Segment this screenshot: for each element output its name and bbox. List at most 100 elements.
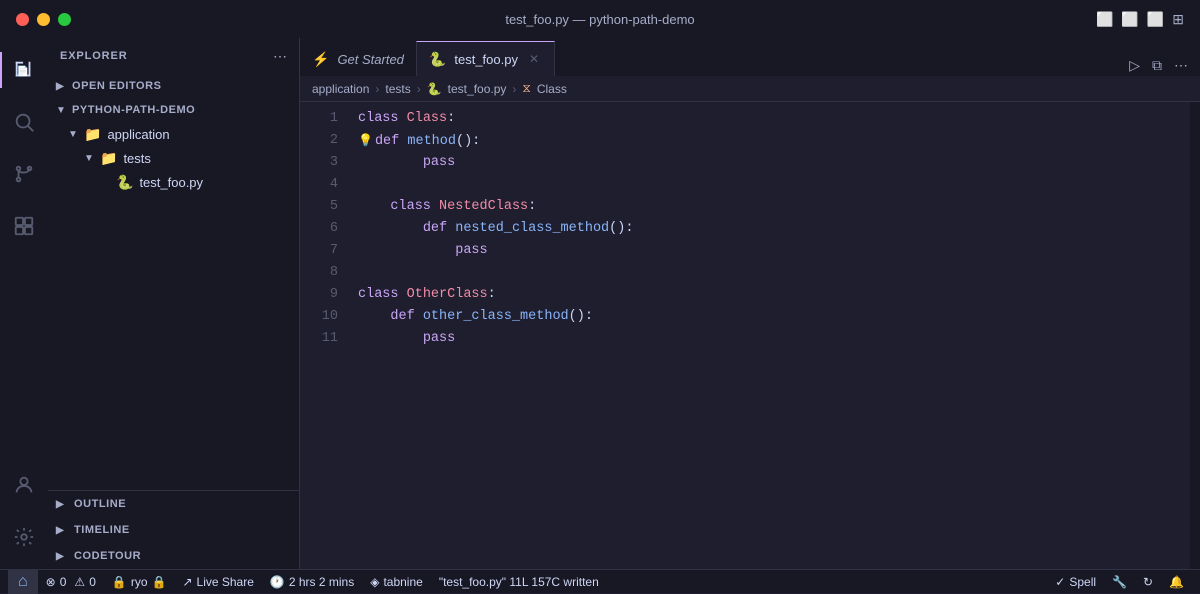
status-bar: ⌂ ⊗ 0 ⚠ 0 🔒 ryo 🔒 ↗ Live Share 🕐 2 hrs 2… xyxy=(0,569,1200,593)
codetour-section[interactable]: ▶ CODETOUR xyxy=(48,543,299,569)
outline-section[interactable]: ▶ OUTLINE xyxy=(48,491,299,517)
sidebar-title: EXPLORER xyxy=(60,50,128,62)
project-section: ▼ PYTHON-PATH-DEMO ▼ 📁 application ▼ 📁 t… xyxy=(48,98,299,194)
status-sync[interactable]: ↻ xyxy=(1135,570,1161,594)
code-content[interactable]: class Class: 💡def method(): pass class N… xyxy=(350,102,1190,569)
code-line-3: pass xyxy=(358,152,1190,174)
activity-search[interactable] xyxy=(0,98,48,146)
tab-test-foo[interactable]: 🐍 test_foo.py ✕ xyxy=(416,41,555,76)
tabnine-icon: ◈ xyxy=(370,575,379,589)
code-line-8 xyxy=(358,262,1190,284)
lock-icon: 🔒 xyxy=(112,575,127,589)
python-tab-icon: 🐍 xyxy=(429,51,446,68)
close-button[interactable] xyxy=(16,13,29,26)
layout-icon-2[interactable]: ⬜ xyxy=(1121,11,1138,28)
activity-source-control[interactable] xyxy=(0,150,48,198)
status-bell[interactable]: 🔔 xyxy=(1161,570,1192,594)
tests-folder-icon: 📁 xyxy=(100,150,117,167)
error-count: 0 xyxy=(60,575,67,589)
check-icon: ✓ xyxy=(1055,575,1065,589)
layout-menu-icon[interactable]: ⊞ xyxy=(1172,11,1184,28)
app-body: 📄 EXPLORER ⋯ ▶ OPEN E xyxy=(0,38,1200,569)
tabs-bar: ⚡ Get Started 🐍 test_foo.py ✕ ▷ ⧉ ⋯ xyxy=(300,38,1200,76)
line-numbers: 1 2 3 4 5 6 7 8 9 10 11 xyxy=(300,102,350,569)
remote-icon: ⌂ xyxy=(18,573,28,591)
tree-item-test-foo[interactable]: ▶ 🐍 test_foo.py xyxy=(48,170,299,194)
activity-settings[interactable] xyxy=(0,513,48,561)
window-controls xyxy=(16,13,71,26)
activity-account[interactable] xyxy=(0,461,48,509)
status-remote-button[interactable]: ⌂ xyxy=(8,570,38,594)
line-num-11: 11 xyxy=(300,328,338,350)
code-line-11: pass xyxy=(358,328,1190,350)
timeline-chevron: ▶ xyxy=(56,525,72,536)
line-num-9: 9 xyxy=(300,284,338,306)
status-user[interactable]: 🔒 ryo 🔒 xyxy=(104,570,175,594)
status-time[interactable]: 🕐 2 hrs 2 mins xyxy=(262,570,362,594)
code-line-6: def nested_class_method(): xyxy=(358,218,1190,240)
outline-chevron: ▶ xyxy=(56,499,72,510)
activity-extensions[interactable] xyxy=(0,202,48,250)
line-num-8: 8 xyxy=(300,262,338,284)
maximize-button[interactable] xyxy=(58,13,71,26)
tree-item-application[interactable]: ▼ 📁 application xyxy=(48,122,299,146)
tab-get-started[interactable]: ⚡ Get Started xyxy=(300,41,416,76)
code-line-5: class NestedClass: xyxy=(358,196,1190,218)
live-share-label: Live Share xyxy=(197,575,254,589)
sidebar-more-button[interactable]: ⋯ xyxy=(273,48,287,65)
activity-explorer[interactable]: 📄 xyxy=(0,46,48,94)
folder-icon: 📁 xyxy=(84,126,101,143)
tabs-right-actions: ▷ ⧉ ⋯ xyxy=(1125,55,1200,76)
run-button[interactable]: ▷ xyxy=(1125,55,1144,76)
code-line-7: pass xyxy=(358,240,1190,262)
sidebar-bottom: ▶ OUTLINE ▶ TIMELINE ▶ CODETOUR xyxy=(48,490,299,569)
line-num-2: 2 xyxy=(300,130,338,152)
open-editors-chevron: ▶ xyxy=(56,81,72,92)
minimize-button[interactable] xyxy=(37,13,50,26)
code-line-2: 💡def method(): xyxy=(358,130,1190,152)
tree-item-tests[interactable]: ▼ 📁 tests xyxy=(48,146,299,170)
tab-test-foo-label: test_foo.py xyxy=(454,52,518,67)
project-chevron: ▼ xyxy=(56,105,72,116)
code-line-1: class Class: xyxy=(358,108,1190,130)
error-icon: ⊗ xyxy=(46,575,56,589)
application-chevron: ▼ xyxy=(68,129,84,140)
open-editors-header[interactable]: ▶ OPEN EDITORS xyxy=(48,74,299,98)
file-info-text: "test_foo.py" 11L 157C written xyxy=(439,575,599,589)
svg-text:📄: 📄 xyxy=(17,65,30,78)
status-tabnine[interactable]: ◈ tabnine xyxy=(362,570,431,594)
window-title: test_foo.py — python-path-demo xyxy=(505,12,694,27)
line-num-5: 5 xyxy=(300,196,338,218)
breadcrumb-file[interactable]: test_foo.py xyxy=(448,82,507,96)
line-num-10: 10 xyxy=(300,306,338,328)
layout-icon-3[interactable]: ⬜ xyxy=(1147,11,1164,28)
breadcrumb-tests[interactable]: tests xyxy=(385,82,410,96)
status-file-info[interactable]: "test_foo.py" 11L 157C written xyxy=(431,570,607,594)
status-spell[interactable]: ✓ Spell xyxy=(1047,570,1104,594)
titlebar: test_foo.py — python-path-demo ⬜ ⬜ ⬜ ⊞ xyxy=(0,0,1200,38)
user-name: ryo xyxy=(131,575,148,589)
project-header[interactable]: ▼ PYTHON-PATH-DEMO xyxy=(48,98,299,122)
breadcrumb-class[interactable]: Class xyxy=(537,82,567,96)
timeline-section[interactable]: ▶ TIMELINE xyxy=(48,517,299,543)
line-num-4: 4 xyxy=(300,174,338,196)
line-num-3: 3 xyxy=(300,152,338,174)
editor-scrollbar[interactable] xyxy=(1190,102,1200,569)
status-live-share[interactable]: ↗ Live Share xyxy=(174,570,261,594)
breadcrumb-application[interactable]: application xyxy=(312,82,369,96)
split-editor-button[interactable]: ⧉ xyxy=(1148,55,1166,76)
codetour-chevron: ▶ xyxy=(56,551,72,562)
editor-more-button[interactable]: ⋯ xyxy=(1170,55,1192,76)
extension-icon: 🔧 xyxy=(1112,575,1127,589)
layout-icon-1[interactable]: ⬜ xyxy=(1096,11,1113,28)
code-line-9: class OtherClass: xyxy=(358,284,1190,306)
time-label: 2 hrs 2 mins xyxy=(289,575,354,589)
python-file-icon: 🐍 xyxy=(116,174,133,191)
tab-close-button[interactable]: ✕ xyxy=(526,51,542,67)
code-editor: 1 2 3 4 5 6 7 8 9 10 11 class Class: 💡de… xyxy=(300,102,1200,569)
user-lock-icon: 🔒 xyxy=(152,575,167,589)
status-extension[interactable]: 🔧 xyxy=(1104,570,1135,594)
sidebar-header: EXPLORER ⋯ xyxy=(48,38,299,74)
tab-get-started-label: Get Started xyxy=(337,52,403,67)
status-errors[interactable]: ⊗ 0 ⚠ 0 xyxy=(38,570,104,594)
